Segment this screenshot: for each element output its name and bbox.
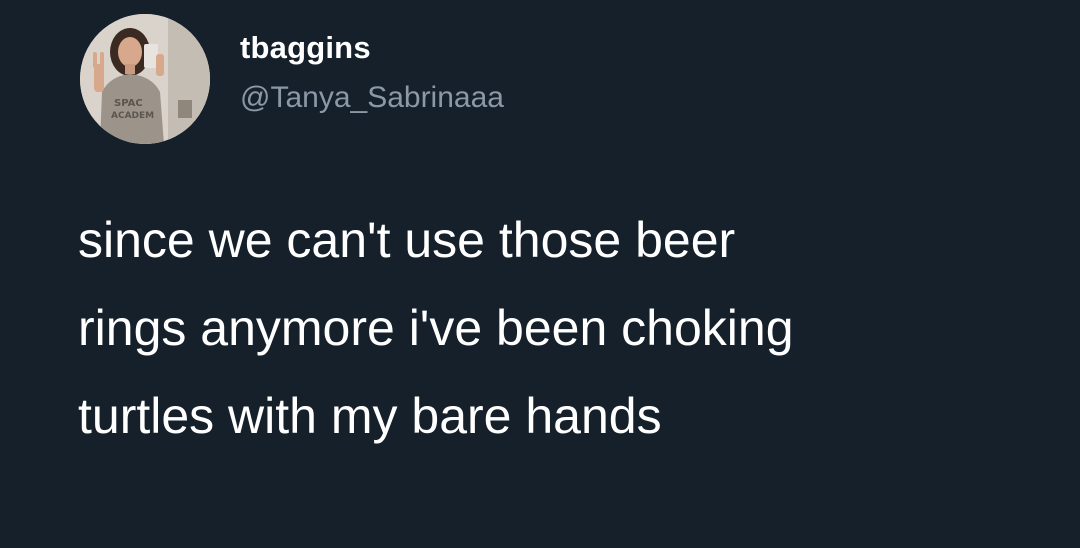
tweet-text-line: turtles with my bare hands [78, 388, 662, 444]
avatar[interactable]: SPAC ACADEM [80, 14, 210, 144]
svg-text:SPAC: SPAC [114, 98, 143, 109]
tweet-text-line: rings anymore i've been choking [78, 300, 794, 356]
profile-photo-icon: SPAC ACADEM [80, 14, 210, 144]
tweet-card: SPAC ACADEM tbaggins @Tanya_Sabrinaaa si… [0, 0, 1080, 548]
svg-text:ACADEM: ACADEM [111, 111, 154, 121]
display-name[interactable]: tbaggins [240, 28, 504, 68]
tweet-text: since we can't use those beer rings anym… [78, 196, 1038, 460]
tweet-text-line: since we can't use those beer [78, 212, 736, 268]
user-handle[interactable]: @Tanya_Sabrinaaa [240, 78, 504, 118]
author-info: tbaggins @Tanya_Sabrinaaa [240, 28, 504, 118]
